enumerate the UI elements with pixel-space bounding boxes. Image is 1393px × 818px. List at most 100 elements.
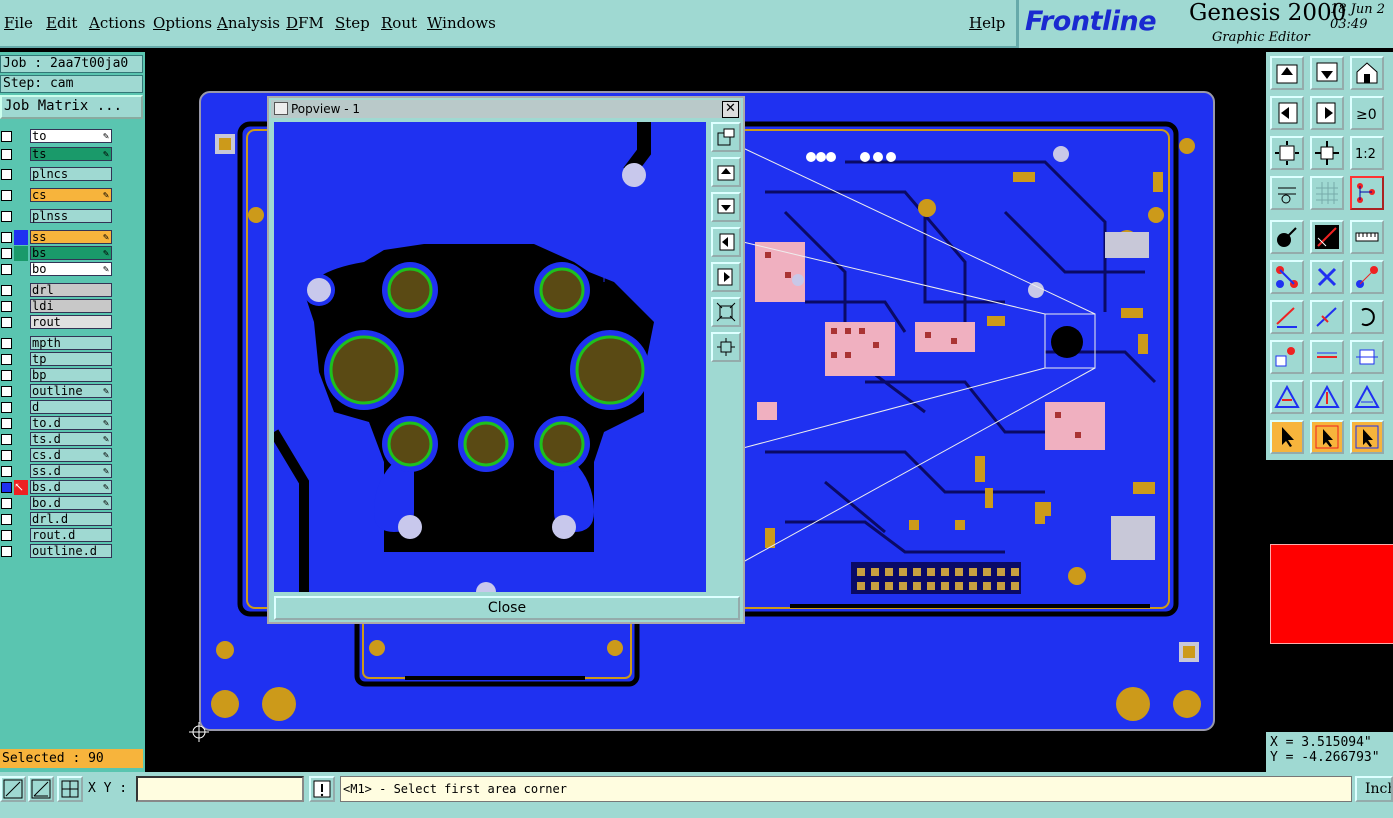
snap-grid-icon[interactable]	[57, 776, 83, 802]
move-node-icon[interactable]	[1350, 260, 1384, 294]
layer-row-ldi[interactable]: ldi	[0, 299, 116, 314]
select-feature-icon[interactable]	[1270, 220, 1304, 254]
layer-color-swatch[interactable]	[14, 315, 28, 330]
layer-name[interactable]: outline ✎	[30, 384, 112, 398]
layer-row-tp[interactable]: tp	[0, 352, 116, 367]
menu-windows[interactable]: Windows	[427, 14, 496, 32]
layer-checkbox[interactable]	[1, 131, 12, 142]
layer-color-swatch[interactable]	[14, 512, 28, 527]
layer-name[interactable]: d	[30, 400, 112, 414]
pan-right-icon[interactable]	[1310, 96, 1344, 130]
units-button[interactable]: Inch	[1355, 776, 1393, 802]
layer-color-swatch[interactable]	[14, 368, 28, 383]
add-pad-icon[interactable]	[1270, 340, 1304, 374]
layer-color-swatch[interactable]	[14, 230, 28, 245]
snap-icon[interactable]	[1270, 176, 1304, 210]
layer-row-rout-d[interactable]: rout.d	[0, 528, 116, 543]
layer-checkbox[interactable]	[1, 149, 12, 160]
layer-color-swatch[interactable]	[14, 129, 28, 144]
popview-titlebar[interactable]: Popview - 1 ✕	[271, 100, 741, 118]
layer-row-ts-d[interactable]: ts.d ✎	[0, 432, 116, 447]
layer-checkbox[interactable]	[1, 285, 12, 296]
layer-name[interactable]: drl	[30, 283, 112, 297]
popview-zoom-out-button[interactable]	[711, 297, 741, 327]
popview-pan-left-button[interactable]	[711, 227, 741, 257]
layer-row-rout[interactable]: rout	[0, 315, 116, 330]
layer-row-to-d[interactable]: to.d ✎	[0, 416, 116, 431]
layer-checkbox[interactable]	[1, 386, 12, 397]
layer-checkbox[interactable]	[1, 301, 12, 312]
pointer-box-icon[interactable]	[1310, 420, 1344, 454]
draw-line-icon[interactable]	[1270, 300, 1304, 334]
layer-name[interactable]: bs.d ✎	[30, 480, 112, 494]
popview-close-button[interactable]: Close	[274, 596, 740, 620]
layer-row-outline[interactable]: outline ✎	[0, 384, 116, 399]
layer-name[interactable]: ss.d ✎	[30, 464, 112, 478]
add-node-icon[interactable]	[1270, 260, 1304, 294]
layer-name[interactable]: cs ✎	[30, 188, 112, 202]
layer-color-swatch[interactable]	[14, 209, 28, 224]
layer-row-mpth[interactable]: mpth	[0, 336, 116, 351]
layer-row-cs[interactable]: cs ✎	[0, 188, 116, 203]
layer-row-bs-d[interactable]: ↖ bs.d ✎	[0, 480, 116, 495]
layer-color-swatch[interactable]	[14, 262, 28, 277]
popview-pan-up-button[interactable]	[711, 157, 741, 187]
layer-row-drl[interactable]: drl	[0, 283, 116, 298]
layer-row-plnss[interactable]: plnss	[0, 209, 116, 224]
layer-name[interactable]: tp	[30, 352, 112, 366]
layer-color-swatch[interactable]	[14, 496, 28, 511]
triangle-up-icon[interactable]	[1350, 380, 1384, 414]
triangle-tool-icon[interactable]	[1270, 380, 1304, 414]
layer-name[interactable]: to ✎	[30, 129, 112, 143]
layer-color-swatch[interactable]	[14, 432, 28, 447]
pan-down-icon[interactable]	[1310, 56, 1344, 90]
layer-name[interactable]: plncs	[30, 167, 112, 181]
zoom-fit-icon[interactable]	[1270, 136, 1304, 170]
triangle-arrow-icon[interactable]	[1310, 380, 1344, 414]
layer-tree-icon[interactable]	[1350, 176, 1384, 210]
layer-row-cs-d[interactable]: cs.d ✎	[0, 448, 116, 463]
layer-checkbox[interactable]	[1, 211, 12, 222]
layer-checkbox[interactable]	[1, 530, 12, 541]
layer-checkbox[interactable]	[1, 450, 12, 461]
layer-name[interactable]: ldi	[30, 299, 112, 313]
menu-rout[interactable]: Rout	[381, 14, 417, 32]
pointer-icon[interactable]	[1270, 420, 1304, 454]
layer-checkbox[interactable]	[1, 546, 12, 557]
rotate-icon[interactable]	[1350, 300, 1384, 334]
layer-row-outline-d[interactable]: outline.d	[0, 544, 116, 559]
layer-row-ss-d[interactable]: ss.d ✎	[0, 464, 116, 479]
job-matrix-button[interactable]: Job Matrix ...	[0, 95, 143, 119]
menu-options[interactable]: Options	[153, 14, 212, 32]
layer-checkbox[interactable]	[1, 232, 12, 243]
menu-actions[interactable]: Actions	[89, 14, 145, 32]
overview-panel[interactable]	[1266, 460, 1393, 732]
layer-name[interactable]: ts ✎	[30, 147, 112, 161]
layer-name[interactable]: ts.d ✎	[30, 432, 112, 446]
layer-checkbox[interactable]	[1, 169, 12, 180]
popview-pan-right-button[interactable]	[711, 262, 741, 292]
zoom-in-icon[interactable]	[1310, 136, 1344, 170]
layer-color-swatch[interactable]	[14, 283, 28, 298]
layer-checkbox[interactable]	[1, 370, 12, 381]
layer-row-plncs[interactable]: plncs	[0, 167, 116, 182]
home-icon[interactable]	[1350, 56, 1384, 90]
zoom-1to2-icon[interactable]: 1:2	[1350, 136, 1384, 170]
layer-checkbox[interactable]	[1, 317, 12, 328]
layer-name[interactable]: bp	[30, 368, 112, 382]
ruler-icon[interactable]	[1350, 220, 1384, 254]
layer-color-swatch[interactable]	[14, 299, 28, 314]
layer-color-swatch[interactable]	[14, 336, 28, 351]
layer-name[interactable]: bo.d ✎	[30, 496, 112, 510]
layer-checkbox[interactable]	[1, 434, 12, 445]
menu-dfm[interactable]: DFM	[286, 14, 324, 32]
layer-color-swatch[interactable]: ↖	[14, 480, 28, 495]
layer-checkbox[interactable]	[1, 418, 12, 429]
minus-icon[interactable]	[1310, 340, 1344, 374]
layer-color-swatch[interactable]	[14, 544, 28, 559]
layer-color-swatch[interactable]	[14, 464, 28, 479]
layer-checkbox[interactable]	[1, 498, 12, 509]
menu-help[interactable]: Help	[969, 14, 1005, 32]
measure-icon[interactable]	[1310, 220, 1344, 254]
menu-step[interactable]: Step	[335, 14, 370, 32]
